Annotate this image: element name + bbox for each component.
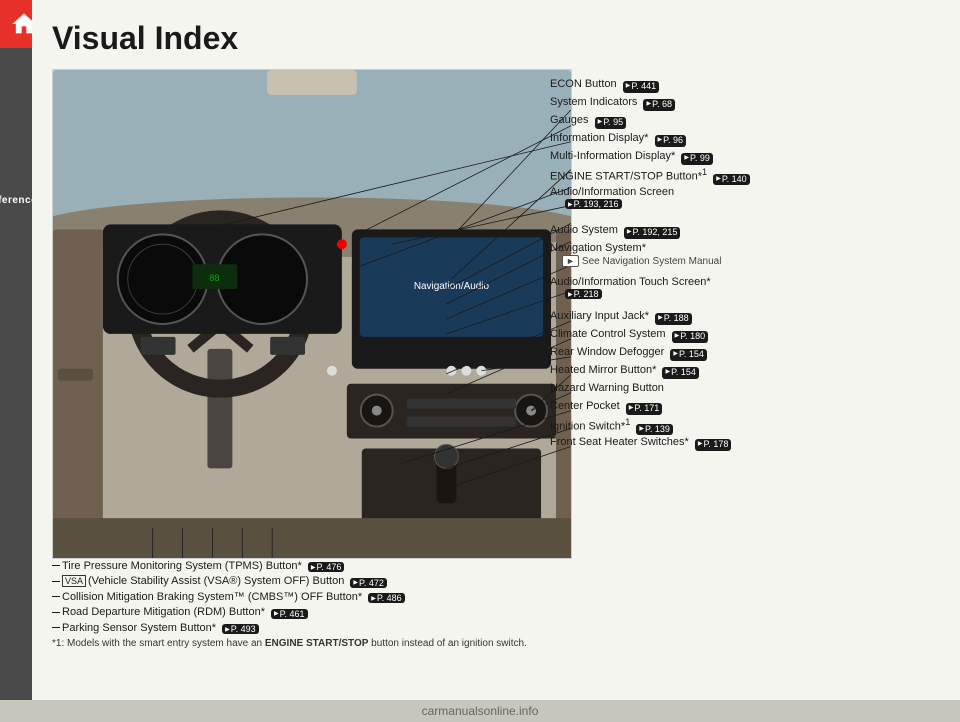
label-gauges: Gauges P. 95 (550, 113, 626, 129)
labels-bottom-section: Tire Pressure Monitoring System (TPMS) B… (52, 560, 692, 650)
label-auxiliary-input-jack: Auxiliary Input Jack* P. 188 (550, 309, 692, 325)
label-multi-information-display: Multi-Information Display* P. 99 (550, 149, 713, 165)
footnote: *1: Models with the smart entry system h… (52, 638, 692, 649)
label-audio-information-touch-screen: Audio/Information Touch Screen* P. 218 (550, 275, 711, 299)
label-information-display: Information Display* P. 96 (550, 131, 686, 147)
main-content: Visual Index (32, 0, 960, 722)
label-rear-window-defogger: Rear Window Defogger P. 154 (550, 345, 707, 361)
label-ignition-switch: Ignition Switch*1 P. 139 (550, 417, 673, 435)
label-vsa: VSA(Vehicle Stability Assist (VSA®) Syst… (52, 575, 692, 588)
labels-right: ECON Button P. 441 System Indicators P. … (550, 69, 940, 559)
label-hazard-warning-button: Hazard Warning Button (550, 381, 664, 395)
label-audio-system: Audio System P. 192, 215 (550, 223, 680, 239)
label-rdm: Road Departure Mitigation (RDM) Button* … (52, 606, 692, 619)
label-engine-start-stop: ENGINE START/STOP Button*1 P. 140 (550, 167, 750, 185)
label-heated-mirror-button: Heated Mirror Button* P. 154 (550, 363, 699, 379)
label-system-indicators: System Indicators P. 68 (550, 95, 675, 111)
label-cmbs: Collision Mitigation Braking System™ (CM… (52, 591, 692, 604)
label-navigation-system: Navigation System* ► See Navigation Syst… (550, 241, 721, 267)
label-econ-button: ECON Button P. 441 (550, 77, 659, 93)
label-audio-information-screen: Audio/Information Screen P. 193, 216 (550, 185, 674, 209)
sidebar: Quick Reference Guide (0, 0, 32, 722)
content-area: H 88 Navigation/Audio (52, 69, 940, 649)
car-dashboard-image: H 88 Navigation/Audio (52, 69, 572, 559)
label-climate-control-system: Climate Control System P. 180 (550, 327, 708, 343)
page-title: Visual Index (52, 20, 940, 57)
label-parking-sensor: Parking Sensor System Button* P. 493 (52, 622, 692, 635)
svg-text:88: 88 (209, 273, 219, 283)
watermark-text: carmanualsonline.info (422, 704, 539, 718)
label-tpms: Tire Pressure Monitoring System (TPMS) B… (52, 560, 692, 573)
label-center-pocket: Center Pocket P. 171 (550, 399, 662, 415)
label-front-seat-heater-switches: Front Seat Heater Switches* P. 178 (550, 435, 731, 451)
watermark-bar: carmanualsonline.info (0, 700, 960, 722)
